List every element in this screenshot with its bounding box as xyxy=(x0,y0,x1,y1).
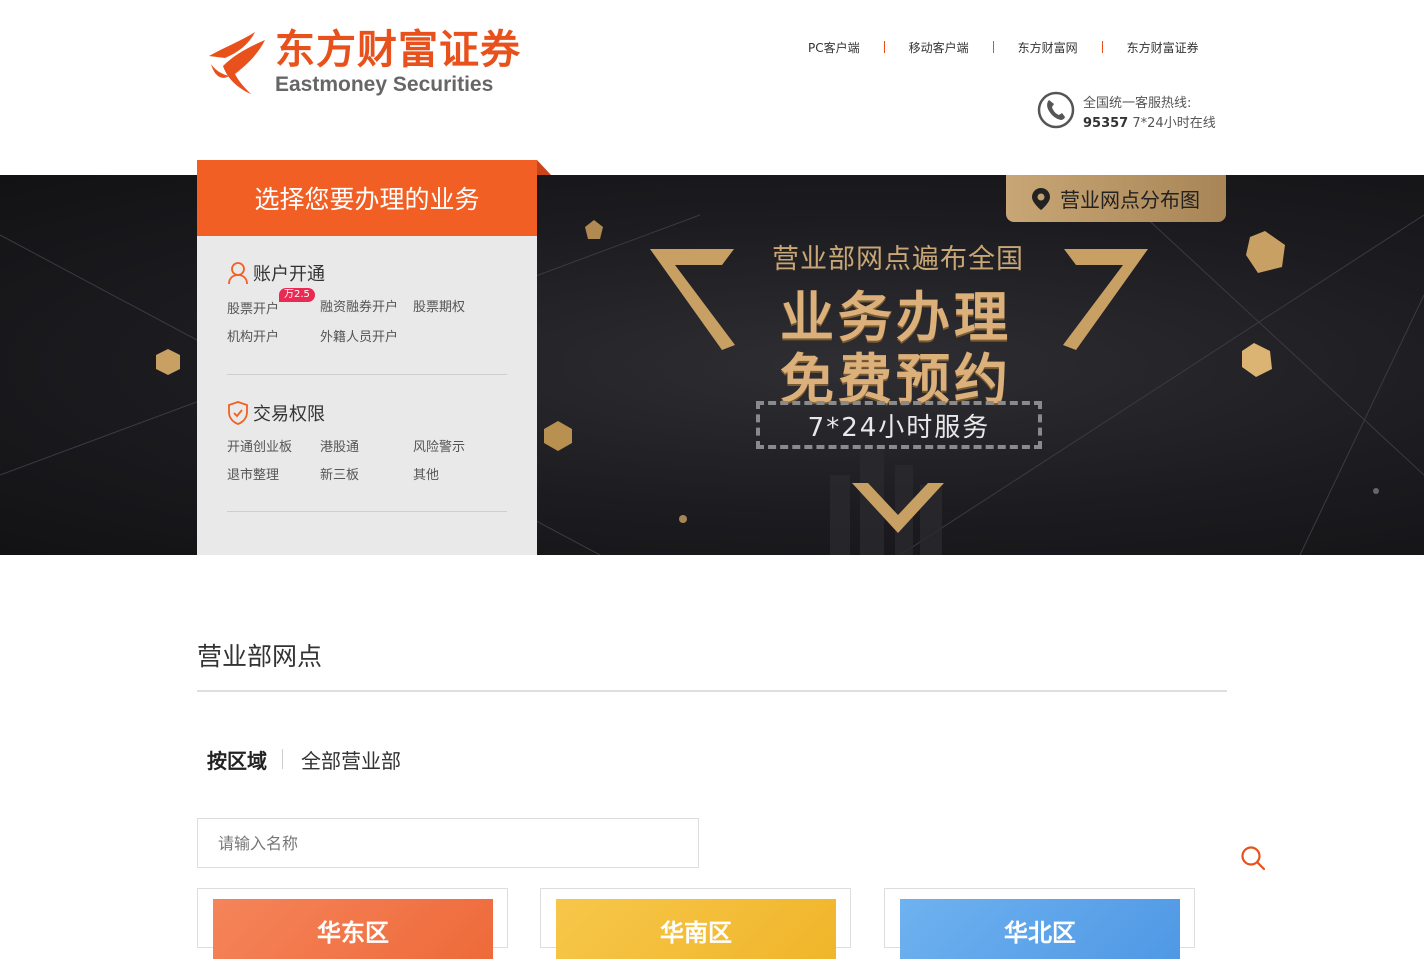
region-card-south[interactable]: 华南区 xyxy=(540,888,851,959)
header: 东方财富证券 Eastmoney Securities PC客户端 移动客户端 … xyxy=(0,0,1424,175)
item-hk-connect[interactable]: 港股通 xyxy=(320,436,359,455)
hotline-hours: 7*24小时在线 xyxy=(1132,116,1216,131)
trade-section: 交易权限 开通创业板 港股通 风险警示 退市整理 新三板 其他 xyxy=(227,400,509,483)
brand-name-cn: 东方财富证券 xyxy=(275,27,521,73)
search-button[interactable] xyxy=(618,831,1266,871)
page-title: 营业部网点 xyxy=(197,642,323,671)
hotline: 全国统一客服热线: 95357 7*24小时在线 xyxy=(1036,88,1236,132)
link-mobile-client[interactable]: 移动客户端 xyxy=(909,39,969,56)
filter-tabs: 按区域 全部营业部 xyxy=(207,745,401,774)
account-title-label: 账户开通 xyxy=(253,264,325,285)
chevron-right-top xyxy=(1063,249,1148,350)
branch-map-button[interactable]: 营业网点分布图 xyxy=(1006,175,1226,222)
item-stock-options[interactable]: 股票期权 xyxy=(413,296,465,315)
item-neeq[interactable]: 新三板 xyxy=(320,464,359,483)
item-stock-account[interactable]: 股票开户 万2.5 xyxy=(227,288,315,317)
item-delisting[interactable]: 退市整理 xyxy=(227,464,279,483)
item-risk-warning[interactable]: 风险警示 xyxy=(413,436,465,455)
commission-badge: 万2.5 xyxy=(279,288,315,302)
top-links: PC客户端 移动客户端 东方财富网 东方财富证券 xyxy=(808,38,1228,56)
location-pin-icon xyxy=(1032,187,1050,210)
section-divider xyxy=(227,374,507,375)
account-section: 账户开通 股票开户 万2.5 融资融券开户 股票期权 机构开户 外籍人员开户 xyxy=(227,260,509,345)
item-stock-account-label: 股票开户 xyxy=(227,302,280,317)
promo-subtitle: 营业部网点遍布全国 xyxy=(772,244,1024,275)
service-panel-title: 选择您要办理的业务 xyxy=(197,160,537,236)
branch-map-label: 营业网点分布图 xyxy=(1060,188,1200,212)
hotline-detail: 95357 7*24小时在线 xyxy=(1083,112,1216,131)
item-other[interactable]: 其他 xyxy=(413,464,439,483)
eastmoney-logo-icon xyxy=(209,32,265,94)
phone-icon xyxy=(1037,91,1075,129)
item-institution-account[interactable]: 机构开户 xyxy=(227,326,279,345)
brand-logo[interactable]: 东方财富证券 Eastmoney Securities xyxy=(205,26,525,102)
search-input[interactable] xyxy=(218,831,598,855)
link-separator xyxy=(883,41,885,53)
link-separator xyxy=(1101,41,1103,53)
search-icon xyxy=(1241,846,1266,871)
service-panel: 选择您要办理的业务 账户开通 股票开户 万2.5 融资融券开户 股票期权 机构开户… xyxy=(197,160,551,555)
item-chinext[interactable]: 开通创业板 xyxy=(227,436,292,455)
promo-service-box: 7*24小时服务 xyxy=(756,401,1042,449)
chevron-left-top xyxy=(650,249,735,350)
brand-name-en: Eastmoney Securities xyxy=(275,73,494,96)
link-eastmoney-securities[interactable]: 东方财富证券 xyxy=(1127,39,1199,56)
region-north-label: 华北区 xyxy=(900,899,1180,959)
user-icon xyxy=(228,262,248,285)
item-foreigner-account[interactable]: 外籍人员开户 xyxy=(320,326,398,345)
search-box xyxy=(197,818,1266,871)
title-divider xyxy=(197,690,1227,692)
trade-title-label: 交易权限 xyxy=(253,404,325,425)
hotline-label: 全国统一客服热线: xyxy=(1083,96,1192,111)
link-eastmoney[interactable]: 东方财富网 xyxy=(1018,39,1078,56)
region-south-label: 华南区 xyxy=(556,899,836,959)
link-pc-client[interactable]: PC客户端 xyxy=(808,39,860,56)
tab-all-branches[interactable]: 全部营业部 xyxy=(301,745,401,774)
hotline-number: 95357 xyxy=(1083,116,1129,131)
trade-section-title: 交易权限 xyxy=(227,400,509,426)
region-east-label: 华东区 xyxy=(213,899,493,959)
region-card-north[interactable]: 华北区 xyxy=(884,888,1195,959)
region-card-east[interactable]: 华东区 xyxy=(197,888,508,959)
panel-fold xyxy=(537,160,551,175)
tab-by-region[interactable]: 按区域 xyxy=(207,745,267,774)
tab-separator xyxy=(282,749,283,769)
link-separator xyxy=(992,41,994,53)
section-divider xyxy=(227,511,507,512)
account-section-title: 账户开通 xyxy=(227,260,509,286)
item-margin-account[interactable]: 融资融券开户 xyxy=(320,296,398,315)
shield-icon xyxy=(228,401,248,425)
